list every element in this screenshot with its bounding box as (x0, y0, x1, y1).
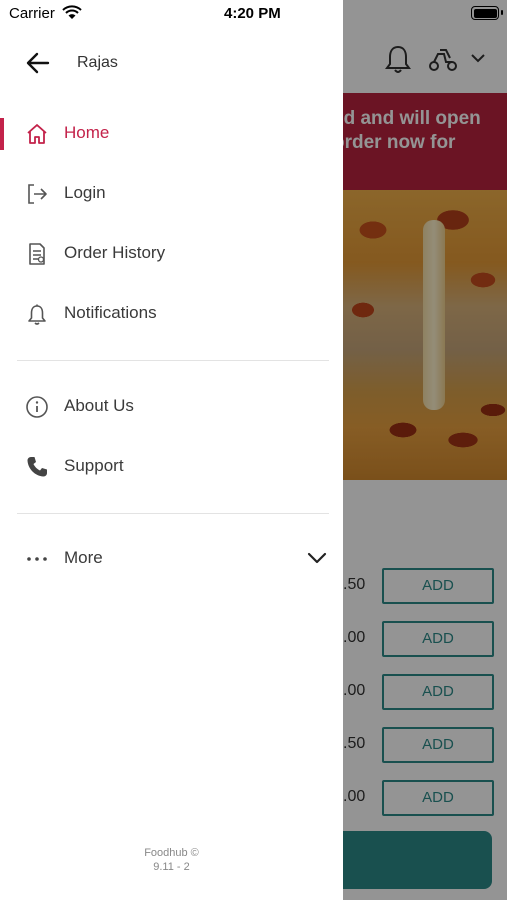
app-version-footer: Foodhub © 9.11 - 2 (0, 846, 343, 874)
more-dots-icon (27, 557, 47, 561)
home-icon (27, 124, 47, 144)
phone-icon (27, 457, 47, 477)
wifi-icon (62, 5, 82, 19)
order-history-icon (29, 243, 45, 265)
chevron-down-icon[interactable] (306, 549, 328, 567)
login-icon (28, 184, 47, 204)
status-time: 4:20 PM (224, 5, 281, 22)
menu-label: About Us (64, 396, 134, 415)
menu-label: Order History (64, 243, 166, 262)
menu-item-about-us[interactable]: About Us (0, 383, 343, 431)
menu-item-login[interactable]: Login (0, 170, 343, 218)
menu-label: Notifications (64, 303, 157, 322)
menu-item-order-history[interactable]: Order History (0, 230, 343, 278)
status-bar: Carrier 4:20 PM (0, 0, 343, 28)
menu-label: More (64, 548, 103, 567)
carrier-label: Carrier (9, 5, 55, 22)
menu-item-more[interactable]: More (0, 535, 343, 583)
menu-item-notifications[interactable]: Notifications (0, 290, 343, 338)
drawer-scrim[interactable] (343, 0, 507, 900)
divider (17, 360, 329, 361)
footer-version: 9.11 - 2 (153, 861, 190, 873)
info-icon (26, 396, 48, 418)
navigation-drawer: Carrier 4:20 PM Rajas Home Login Order H… (0, 0, 343, 900)
menu-label: Support (64, 456, 124, 475)
user-name: Rajas (77, 54, 118, 71)
menu-item-support[interactable]: Support (0, 443, 343, 491)
footer-brand: Foodhub © (144, 847, 199, 859)
back-arrow-icon[interactable] (24, 50, 52, 76)
active-indicator (0, 118, 4, 150)
divider (17, 513, 329, 514)
menu-item-home[interactable]: Home (0, 110, 343, 158)
menu-label: Home (64, 123, 110, 142)
drawer-header: Rajas (0, 40, 343, 86)
menu-label: Login (64, 183, 106, 202)
bell-icon (28, 304, 46, 325)
